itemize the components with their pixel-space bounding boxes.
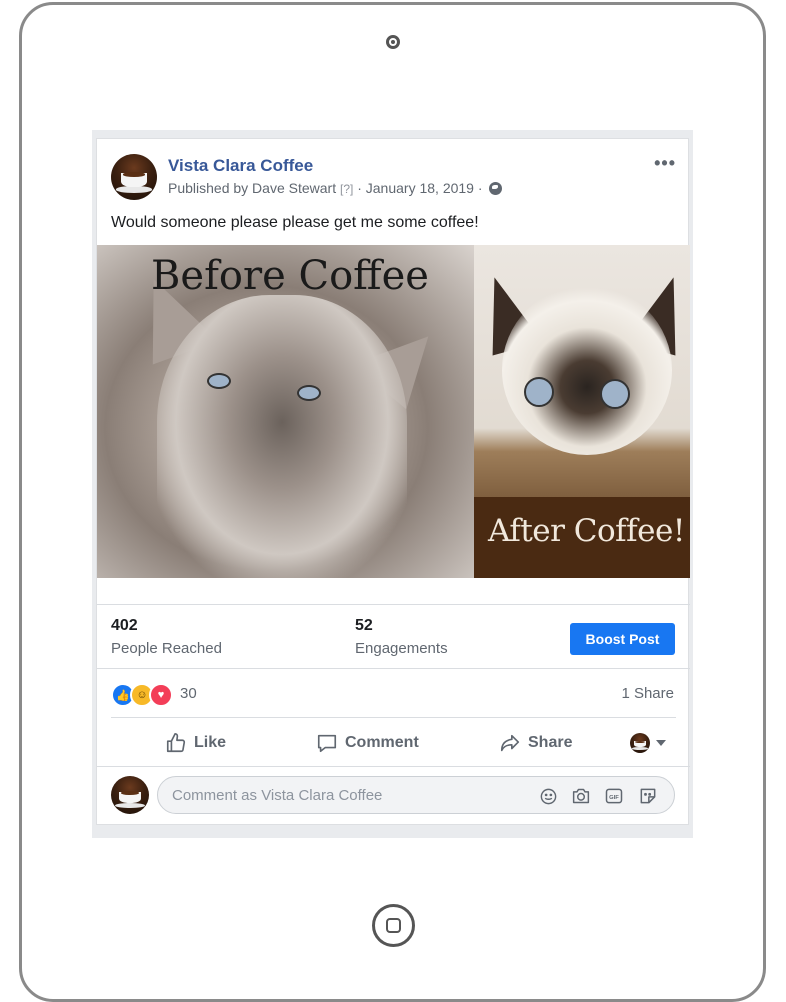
more-options-icon[interactable]: ••• [654,153,676,174]
divider [111,717,676,718]
people-reached-count: 402 [111,617,138,634]
share-arrow-icon [500,734,520,752]
chevron-down-icon [656,740,666,746]
like-label: Like [194,734,227,751]
post-date[interactable]: · January 18, 2019 · [357,180,482,196]
mini-avatar [630,733,650,753]
engagements-label: Engagements [355,640,448,657]
share-button[interactable]: Share [499,729,572,757]
composer-avatar [111,776,149,814]
reaction-count[interactable]: 30 [180,685,197,702]
help-marker[interactable]: [?] [340,182,353,196]
share-label: Share [528,734,573,751]
home-button[interactable] [372,904,415,947]
people-reached-label: People Reached [111,640,222,657]
comment-input[interactable] [172,777,532,813]
comment-button[interactable]: Comment [316,729,419,757]
post-text: Would someone please please get me some … [111,214,479,231]
comment-box: GIF [157,776,675,814]
comment-icon [317,734,337,753]
sticker-icon[interactable] [638,786,658,806]
after-coffee-caption: After Coffee! [488,513,685,549]
kitten-illustration [502,285,672,455]
post-image[interactable]: Before Coffee After Coffee! [97,245,690,578]
engagements-count: 52 [355,617,373,634]
divider [97,604,690,605]
page-avatar[interactable] [111,154,157,200]
comment-label: Comment [345,734,419,751]
thumbs-up-icon [166,733,186,753]
post-meta: Published by Dave Stewart [?] · January … [168,180,503,196]
post-card: Vista Clara Coffee Published by Dave Ste… [96,138,690,825]
feed-area: Vista Clara Coffee Published by Dave Ste… [92,130,693,838]
before-coffee-caption: Before Coffee [151,253,429,299]
divider [97,766,690,767]
globe-icon [489,182,503,195]
before-coffee-panel: Before Coffee [97,245,474,578]
camera-icon[interactable] [571,786,591,806]
page-name-link[interactable]: Vista Clara Coffee [168,156,313,176]
after-coffee-panel: After Coffee! [473,245,690,578]
love-reaction-icon: ♥ [149,683,173,707]
svg-text:GIF: GIF [609,795,619,801]
like-button[interactable]: Like [165,729,226,757]
camera-icon [386,35,400,49]
emoji-icon[interactable] [538,786,558,806]
share-count[interactable]: 1 Share [621,685,674,702]
publisher-label: Published by Dave Stewart [168,180,337,196]
wet-cat-illustration [157,295,407,578]
page-identity-picker[interactable] [630,733,666,753]
gif-icon[interactable]: GIF [604,786,624,806]
divider [97,668,690,669]
boost-post-button[interactable]: Boost Post [570,623,675,655]
